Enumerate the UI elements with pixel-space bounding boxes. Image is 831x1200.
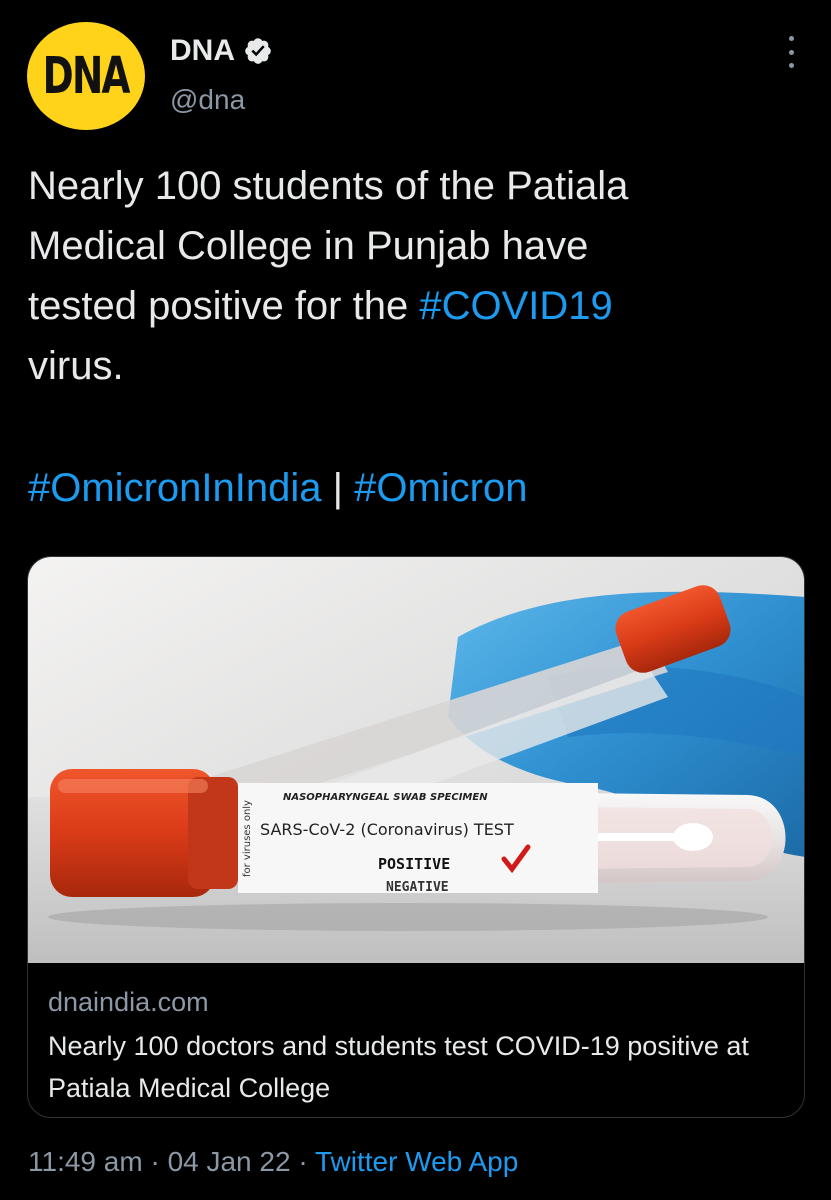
more-dot bbox=[788, 49, 794, 55]
tweet-time[interactable]: 11:49 am bbox=[28, 1146, 143, 1177]
meta-separator: · bbox=[142, 1146, 168, 1177]
avatar[interactable]: DNA bbox=[27, 22, 145, 130]
tweet-line: virus. bbox=[28, 344, 124, 388]
tube-label-line2: SARS-CoV-2 (Coronavirus) TEST bbox=[260, 820, 514, 839]
tube-label-line1: NASOPHARYNGEAL SWAB SPECIMEN bbox=[283, 792, 488, 803]
tweet-line-text: tested positive for the bbox=[28, 284, 420, 328]
hashtag-covid19-link[interactable]: #COVID19 bbox=[419, 284, 612, 328]
card-domain: dnaindia.com bbox=[48, 987, 209, 1017]
author-name-text: DNA bbox=[170, 34, 235, 67]
card-title: Nearly 100 doctors and students test COV… bbox=[48, 1031, 749, 1103]
hashtag-line: #OmicronInIndia | #Omicron bbox=[28, 458, 528, 518]
card-image[interactable]: NASOPHARYNGEAL SWAB SPECIMEN SARS-CoV-2 … bbox=[28, 557, 805, 963]
tube-label-negative: NEGATIVE bbox=[386, 880, 449, 895]
more-dot bbox=[788, 63, 794, 68]
tweet-line: Nearly 100 students of the Patiala bbox=[28, 164, 629, 208]
hashtag-omicron-link[interactable]: #Omicron bbox=[354, 466, 527, 510]
author-name[interactable]: DNA bbox=[170, 34, 273, 68]
tube-label-side: for viruses only bbox=[242, 800, 253, 877]
more-options-icon[interactable] bbox=[781, 32, 801, 72]
more-dot bbox=[788, 36, 794, 41]
hashtag-omicronindia-link[interactable]: #OmicronInIndia bbox=[28, 466, 321, 510]
author-handle[interactable]: @dna bbox=[170, 84, 245, 116]
tweet-meta: 11:49 am · 04 Jan 22 · Twitter Web App bbox=[28, 1146, 518, 1178]
tweet-date[interactable]: 04 Jan 22 bbox=[168, 1146, 291, 1177]
tweet-text: Nearly 100 students of the Patiala Medic… bbox=[28, 156, 798, 396]
avatar-logo-text: DNA bbox=[42, 46, 131, 106]
tweet-source-link[interactable]: Twitter Web App bbox=[315, 1146, 518, 1177]
tweet-line: tested positive for the #COVID19 bbox=[28, 276, 798, 336]
link-preview-card[interactable]: NASOPHARYNGEAL SWAB SPECIMEN SARS-CoV-2 … bbox=[27, 556, 805, 1118]
meta-separator: · bbox=[290, 1146, 315, 1177]
tweet-line: Medical College in Punjab have bbox=[28, 224, 589, 268]
hashtag-separator: | bbox=[321, 466, 355, 510]
verified-badge-icon bbox=[245, 38, 271, 64]
tube-label-positive: POSITIVE bbox=[378, 855, 450, 873]
